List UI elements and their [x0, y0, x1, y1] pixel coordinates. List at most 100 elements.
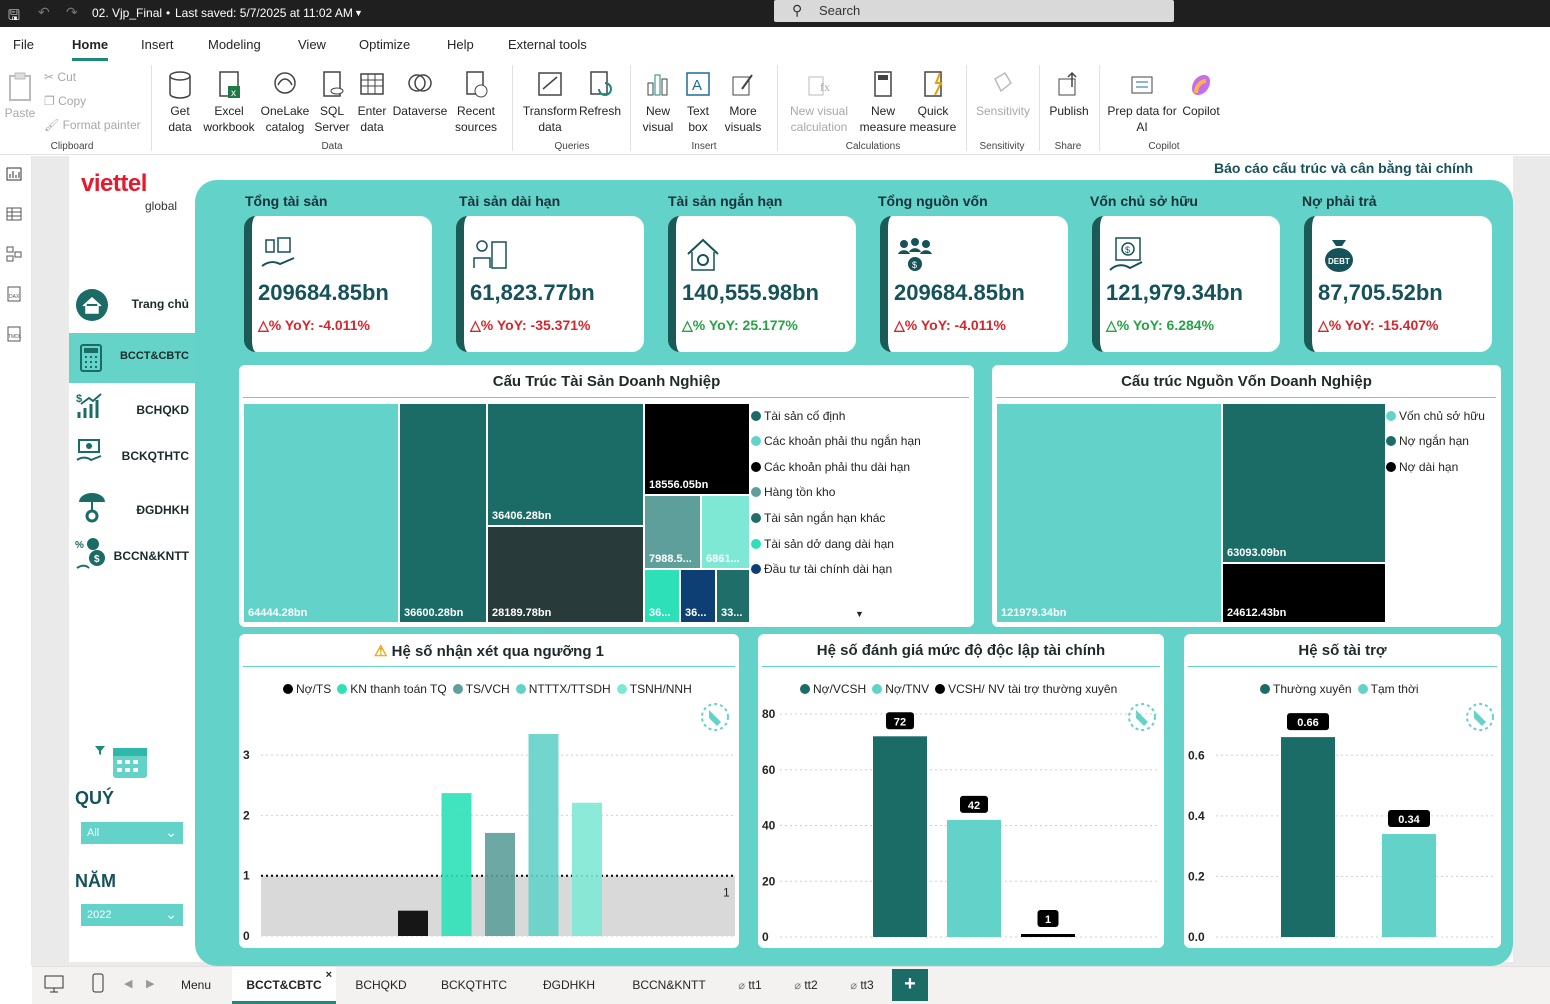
more-visuals-button[interactable]: More visuals	[718, 69, 768, 135]
tab-menu[interactable]: Menu	[162, 967, 230, 1004]
copilot-button[interactable]: Copilot	[1176, 69, 1226, 119]
quick-measure-button[interactable]: Quick measure	[908, 69, 958, 135]
legend-item[interactable]: VCSH/ NV tài trợ thường xuyên	[935, 682, 1117, 696]
legend-scroll-down-icon[interactable]: ▼	[855, 609, 864, 619]
legend-item[interactable]: Nợ/TS	[283, 682, 331, 696]
menu-home[interactable]: Home	[72, 37, 109, 61]
nav-home[interactable]: Trang chủ	[69, 280, 195, 330]
menu-insert[interactable]: Insert	[141, 37, 174, 52]
asset-structure-treemap[interactable]: Cấu Trúc Tài Sản Doanh Nghiệp 64444.28bn…	[239, 365, 974, 627]
legend-item[interactable]: Nợ/VCSH	[800, 682, 866, 696]
legend-item[interactable]: Thường xuyên	[1260, 682, 1352, 696]
format-painter-button[interactable]: 🖌 Format painter	[44, 117, 141, 133]
undo-icon[interactable]: ↶	[38, 4, 50, 21]
legend-item[interactable]: Đầu tư tài chính dài hạn	[751, 562, 892, 576]
cut-button[interactable]: ✂ Cut	[44, 69, 76, 85]
nav-dgdhkh[interactable]: ĐGDHKH	[69, 486, 195, 536]
year-slicer-dropdown[interactable]: 2022 ⌄	[80, 903, 184, 927]
recent-sources-button[interactable]: Recent sources	[448, 69, 504, 135]
legend-item[interactable]: Nợ ngắn hạn	[1386, 434, 1469, 448]
paste-button[interactable]: Paste	[4, 71, 36, 121]
legend-item[interactable]: TS/VCH	[452, 682, 510, 696]
nav-bcct-cbtc[interactable]: BCCT&CBTC	[69, 333, 195, 383]
table-view-icon[interactable]	[6, 206, 22, 222]
menu-file[interactable]: File	[13, 37, 34, 52]
tab-tt1[interactable]: ⌀ tt1	[722, 967, 778, 1004]
legend-item[interactable]: Tài sản ngắn hạn khác	[751, 511, 885, 525]
onelake-button[interactable]: OneLake catalog	[258, 69, 312, 135]
menu-view[interactable]: View	[298, 37, 326, 52]
publish-button[interactable]: Publish	[1046, 69, 1092, 119]
treemap-tile[interactable]: 28189.78bn	[487, 526, 644, 623]
prep-data-ai-button[interactable]: Prep data for AI	[1104, 69, 1180, 135]
legend-item[interactable]: TSNH/NNH	[616, 682, 692, 696]
threshold-ratio-chart[interactable]: ⚠ Hệ số nhận xét qua ngưỡng 1 Nợ/TS KN th…	[239, 634, 739, 948]
excel-button[interactable]: x Excel workbook	[200, 69, 258, 135]
mobile-view-icon[interactable]	[92, 973, 104, 993]
legend-item[interactable]: Tài sản dở dang dài hạn	[751, 537, 894, 551]
treemap-tile[interactable]: 33...	[716, 569, 750, 623]
redo-icon[interactable]: ↷	[66, 4, 78, 21]
tab-dgdhkh[interactable]: ĐGDHKH	[522, 967, 616, 1004]
treemap-tile[interactable]: 18556.05bn	[644, 403, 750, 495]
funding-ratio-chart[interactable]: Hệ số tài trợ Thường xuyên Tạm thời 0.0 0.…	[1184, 634, 1501, 948]
legend-item[interactable]: Các khoản phải thu ngắn hạn	[751, 434, 921, 448]
capital-structure-treemap[interactable]: Cấu trúc Nguồn Vốn Doanh Nghiệp 121979.3…	[992, 365, 1501, 627]
treemap-tile[interactable]: 64444.28bn	[243, 403, 399, 623]
treemap-tile[interactable]: 24612.43bn	[1222, 563, 1386, 623]
report-view-icon[interactable]	[6, 166, 22, 182]
model-view-icon[interactable]	[6, 246, 22, 262]
nav-bckqthtc[interactable]: BCKQTHTC	[69, 432, 195, 482]
enter-data-button[interactable]: Enter data	[352, 69, 392, 135]
transform-data-button[interactable]: Transform data	[518, 69, 582, 135]
chevron-down-icon[interactable]: ▼	[354, 8, 363, 18]
tab-bccn-kntt[interactable]: BCCN&KNTT	[616, 967, 722, 1004]
add-page-button[interactable]: +	[892, 969, 928, 1001]
new-measure-button[interactable]: New measure	[858, 69, 908, 135]
tab-tt2[interactable]: ⌀ tt2	[778, 967, 834, 1004]
close-icon[interactable]: ×	[326, 957, 332, 993]
menu-external-tools[interactable]: External tools	[508, 37, 587, 52]
dataverse-button[interactable]: Dataverse	[392, 69, 448, 119]
tab-bcct-cbtc[interactable]: BCCT&CBTC ×	[232, 967, 336, 1004]
treemap-tile[interactable]: 7988.5...	[644, 495, 701, 569]
treemap-tile[interactable]: 36600.28bn	[399, 403, 487, 623]
new-visual-button[interactable]: New visual	[638, 69, 678, 135]
legend-item[interactable]: Tài sản cố định	[751, 409, 845, 423]
sql-server-button[interactable]: SQL Server	[312, 69, 352, 135]
legend-item[interactable]: Nợ/TNV	[872, 682, 929, 696]
prev-page-icon[interactable]: ◀	[124, 977, 132, 990]
search-input[interactable]: ⚲ Search	[774, 0, 1174, 22]
legend-item[interactable]: Tạm thời	[1357, 682, 1419, 696]
menu-modeling[interactable]: Modeling	[208, 37, 261, 52]
menu-help[interactable]: Help	[447, 37, 474, 52]
new-visual-calculation-button[interactable]: fx New visual calculation	[784, 69, 854, 135]
legend-item[interactable]: KN thanh toán TQ	[337, 682, 447, 696]
tmdl-view-icon[interactable]: TMDL	[6, 326, 22, 342]
treemap-tile[interactable]: 36...	[644, 569, 680, 623]
legend-item[interactable]: Các khoản phải thu dài hạn	[751, 460, 910, 474]
treemap-tile[interactable]: 6861...	[701, 495, 750, 569]
tab-bckqthtc[interactable]: BCKQTHTC	[426, 967, 522, 1004]
dax-query-icon[interactable]: DAX	[6, 286, 22, 302]
next-page-icon[interactable]: ▶	[146, 977, 154, 990]
quarter-slicer-dropdown[interactable]: All ⌄	[80, 821, 184, 845]
nav-bccn-kntt[interactable]: % $ BCCN&KNTT	[69, 532, 195, 582]
independence-ratio-chart[interactable]: Hệ số đánh giá mức độ độc lập tài chính …	[758, 634, 1164, 948]
save-icon[interactable]: 🖫	[8, 5, 20, 29]
treemap-tile[interactable]: 63093.09bn	[1222, 403, 1386, 563]
nav-bchqkd[interactable]: $ BCHQKD	[69, 386, 195, 436]
treemap-tile[interactable]: 121979.34bn	[996, 403, 1222, 623]
text-box-button[interactable]: A Text box	[680, 69, 716, 135]
refresh-button[interactable]: Refresh	[578, 69, 622, 119]
treemap-tile[interactable]: 36...	[680, 569, 716, 623]
treemap-tile[interactable]: 36406.28bn	[487, 403, 644, 526]
legend-item[interactable]: Nợ dài hạn	[1386, 460, 1458, 474]
sensitivity-button[interactable]: Sensitivity	[976, 69, 1030, 119]
get-data-button[interactable]: Get data	[160, 69, 200, 135]
copy-button[interactable]: ❐ Copy	[44, 93, 86, 109]
desktop-view-icon[interactable]	[44, 975, 64, 993]
legend-item[interactable]: Hàng tồn kho	[751, 485, 835, 499]
tab-tt3[interactable]: ⌀ tt3	[834, 967, 890, 1004]
legend-item[interactable]: NTTTX/TTSDH	[515, 682, 611, 696]
